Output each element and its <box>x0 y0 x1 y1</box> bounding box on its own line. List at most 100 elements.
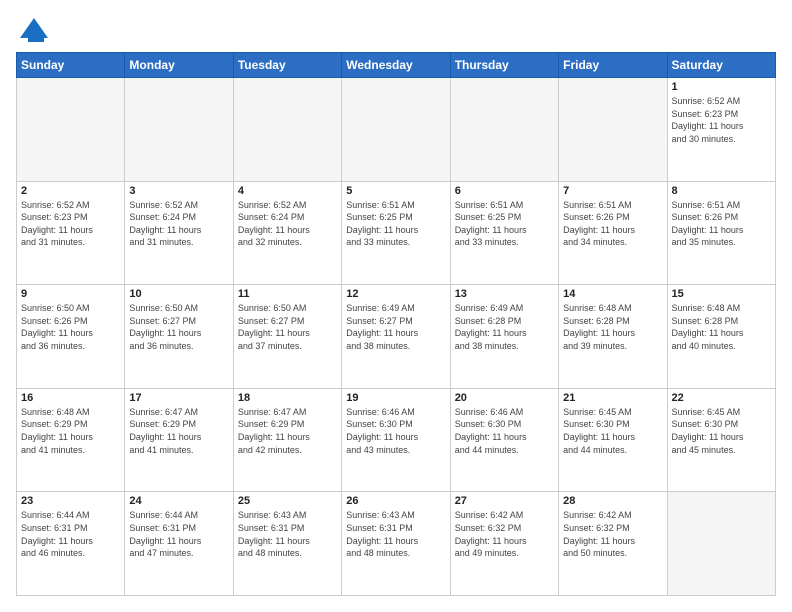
calendar-cell: 14 Sunrise: 6:48 AM Sunset: 6:28 PM Dayli… <box>559 285 667 389</box>
day-info: Sunrise: 6:45 AM Sunset: 6:30 PM Dayligh… <box>672 406 771 456</box>
day-info: Sunrise: 6:51 AM Sunset: 6:25 PM Dayligh… <box>455 199 554 249</box>
calendar-cell: 6 Sunrise: 6:51 AM Sunset: 6:25 PM Daylig… <box>450 181 558 285</box>
day-number: 15 <box>672 288 771 300</box>
calendar-cell: 16Sunrise: 6:48 AM Sunset: 6:29 PM Dayli… <box>17 388 125 492</box>
calendar-cell: 15 Sunrise: 6:48 AM Sunset: 6:28 PM Dayli… <box>667 285 775 389</box>
calendar-cell: 26Sunrise: 6:43 AM Sunset: 6:31 PM Dayli… <box>342 492 450 596</box>
day-number: 27 <box>455 495 554 507</box>
day-info: Sunrise: 6:44 AM Sunset: 6:31 PM Dayligh… <box>21 509 120 559</box>
calendar-cell: 2 Sunrise: 6:52 AM Sunset: 6:23 PM Daylig… <box>17 181 125 285</box>
day-number: 25 <box>238 495 337 507</box>
day-info: Sunrise: 6:51 AM Sunset: 6:26 PM Dayligh… <box>563 199 662 249</box>
day-info: Sunrise: 6:42 AM Sunset: 6:32 PM Dayligh… <box>563 509 662 559</box>
day-info: Sunrise: 6:46 AM Sunset: 6:30 PM Dayligh… <box>346 406 445 456</box>
day-number: 23 <box>21 495 120 507</box>
logo <box>16 16 50 42</box>
day-number: 4 <box>238 185 337 197</box>
calendar-cell: 13Sunrise: 6:49 AM Sunset: 6:28 PM Dayli… <box>450 285 558 389</box>
day-number: 18 <box>238 392 337 404</box>
week-row-1: 1 Sunrise: 6:52 AM Sunset: 6:23 PM Daylig… <box>17 78 776 182</box>
calendar-cell: 25 Sunrise: 6:43 AM Sunset: 6:31 PM Dayli… <box>233 492 341 596</box>
calendar-cell: 17 Sunrise: 6:47 AM Sunset: 6:29 PM Dayli… <box>125 388 233 492</box>
calendar-cell: 3Sunrise: 6:52 AM Sunset: 6:24 PM Daylig… <box>125 181 233 285</box>
weekday-header-row: SundayMondayTuesdayWednesdayThursdayFrid… <box>17 53 776 78</box>
calendar-cell: 18Sunrise: 6:47 AM Sunset: 6:29 PM Dayli… <box>233 388 341 492</box>
day-info: Sunrise: 6:52 AM Sunset: 6:24 PM Dayligh… <box>129 199 228 249</box>
calendar-table: SundayMondayTuesdayWednesdayThursdayFrid… <box>16 52 776 596</box>
day-info: Sunrise: 6:44 AM Sunset: 6:31 PM Dayligh… <box>129 509 228 559</box>
calendar-cell <box>233 78 341 182</box>
header <box>16 16 776 42</box>
calendar-cell: 4 Sunrise: 6:52 AM Sunset: 6:24 PM Daylig… <box>233 181 341 285</box>
day-info: Sunrise: 6:48 AM Sunset: 6:28 PM Dayligh… <box>672 302 771 352</box>
calendar-cell: 10 Sunrise: 6:50 AM Sunset: 6:27 PM Dayli… <box>125 285 233 389</box>
week-row-3: 9 Sunrise: 6:50 AM Sunset: 6:26 PM Daylig… <box>17 285 776 389</box>
day-number: 11 <box>238 288 337 300</box>
day-info: Sunrise: 6:51 AM Sunset: 6:26 PM Dayligh… <box>672 199 771 249</box>
day-info: Sunrise: 6:48 AM Sunset: 6:29 PM Dayligh… <box>21 406 120 456</box>
week-row-4: 16Sunrise: 6:48 AM Sunset: 6:29 PM Dayli… <box>17 388 776 492</box>
day-info: Sunrise: 6:46 AM Sunset: 6:30 PM Dayligh… <box>455 406 554 456</box>
day-number: 22 <box>672 392 771 404</box>
day-info: Sunrise: 6:45 AM Sunset: 6:30 PM Dayligh… <box>563 406 662 456</box>
page: SundayMondayTuesdayWednesdayThursdayFrid… <box>0 0 792 612</box>
calendar-cell: 19 Sunrise: 6:46 AM Sunset: 6:30 PM Dayli… <box>342 388 450 492</box>
day-number: 9 <box>21 288 120 300</box>
calendar-cell: 22 Sunrise: 6:45 AM Sunset: 6:30 PM Dayli… <box>667 388 775 492</box>
week-row-5: 23 Sunrise: 6:44 AM Sunset: 6:31 PM Dayli… <box>17 492 776 596</box>
day-number: 14 <box>563 288 662 300</box>
day-number: 5 <box>346 185 445 197</box>
day-number: 28 <box>563 495 662 507</box>
weekday-header-friday: Friday <box>559 53 667 78</box>
calendar-cell: 1 Sunrise: 6:52 AM Sunset: 6:23 PM Daylig… <box>667 78 775 182</box>
calendar-cell: 12 Sunrise: 6:49 AM Sunset: 6:27 PM Dayli… <box>342 285 450 389</box>
day-info: Sunrise: 6:51 AM Sunset: 6:25 PM Dayligh… <box>346 199 445 249</box>
calendar-cell <box>450 78 558 182</box>
weekday-header-saturday: Saturday <box>667 53 775 78</box>
day-number: 20 <box>455 392 554 404</box>
calendar-cell: 24 Sunrise: 6:44 AM Sunset: 6:31 PM Dayli… <box>125 492 233 596</box>
day-number: 24 <box>129 495 228 507</box>
day-info: Sunrise: 6:42 AM Sunset: 6:32 PM Dayligh… <box>455 509 554 559</box>
calendar-cell <box>17 78 125 182</box>
day-info: Sunrise: 6:52 AM Sunset: 6:24 PM Dayligh… <box>238 199 337 249</box>
calendar-cell: 23 Sunrise: 6:44 AM Sunset: 6:31 PM Dayli… <box>17 492 125 596</box>
calendar-cell: 5 Sunrise: 6:51 AM Sunset: 6:25 PM Daylig… <box>342 181 450 285</box>
calendar-cell: 8Sunrise: 6:51 AM Sunset: 6:26 PM Daylig… <box>667 181 775 285</box>
day-info: Sunrise: 6:47 AM Sunset: 6:29 PM Dayligh… <box>129 406 228 456</box>
day-number: 10 <box>129 288 228 300</box>
calendar-cell: 20 Sunrise: 6:46 AM Sunset: 6:30 PM Dayli… <box>450 388 558 492</box>
day-number: 19 <box>346 392 445 404</box>
day-number: 6 <box>455 185 554 197</box>
day-number: 12 <box>346 288 445 300</box>
day-info: Sunrise: 6:50 AM Sunset: 6:26 PM Dayligh… <box>21 302 120 352</box>
weekday-header-thursday: Thursday <box>450 53 558 78</box>
weekday-header-tuesday: Tuesday <box>233 53 341 78</box>
day-number: 1 <box>672 81 771 93</box>
calendar-cell <box>559 78 667 182</box>
day-info: Sunrise: 6:43 AM Sunset: 6:31 PM Dayligh… <box>346 509 445 559</box>
day-info: Sunrise: 6:50 AM Sunset: 6:27 PM Dayligh… <box>129 302 228 352</box>
calendar-cell: 11 Sunrise: 6:50 AM Sunset: 6:27 PM Dayli… <box>233 285 341 389</box>
weekday-header-monday: Monday <box>125 53 233 78</box>
calendar-cell <box>125 78 233 182</box>
logo-text <box>16 16 50 42</box>
calendar-cell: 7 Sunrise: 6:51 AM Sunset: 6:26 PM Daylig… <box>559 181 667 285</box>
calendar-cell: 27 Sunrise: 6:42 AM Sunset: 6:32 PM Dayli… <box>450 492 558 596</box>
weekday-header-wednesday: Wednesday <box>342 53 450 78</box>
day-info: Sunrise: 6:43 AM Sunset: 6:31 PM Dayligh… <box>238 509 337 559</box>
day-number: 2 <box>21 185 120 197</box>
day-info: Sunrise: 6:49 AM Sunset: 6:28 PM Dayligh… <box>455 302 554 352</box>
day-info: Sunrise: 6:49 AM Sunset: 6:27 PM Dayligh… <box>346 302 445 352</box>
day-info: Sunrise: 6:52 AM Sunset: 6:23 PM Dayligh… <box>21 199 120 249</box>
day-info: Sunrise: 6:48 AM Sunset: 6:28 PM Dayligh… <box>563 302 662 352</box>
week-row-2: 2 Sunrise: 6:52 AM Sunset: 6:23 PM Daylig… <box>17 181 776 285</box>
calendar-cell <box>667 492 775 596</box>
calendar-cell: 9 Sunrise: 6:50 AM Sunset: 6:26 PM Daylig… <box>17 285 125 389</box>
day-number: 7 <box>563 185 662 197</box>
day-number: 17 <box>129 392 228 404</box>
day-info: Sunrise: 6:52 AM Sunset: 6:23 PM Dayligh… <box>672 95 771 145</box>
calendar-cell: 21Sunrise: 6:45 AM Sunset: 6:30 PM Dayli… <box>559 388 667 492</box>
day-info: Sunrise: 6:50 AM Sunset: 6:27 PM Dayligh… <box>238 302 337 352</box>
weekday-header-sunday: Sunday <box>17 53 125 78</box>
